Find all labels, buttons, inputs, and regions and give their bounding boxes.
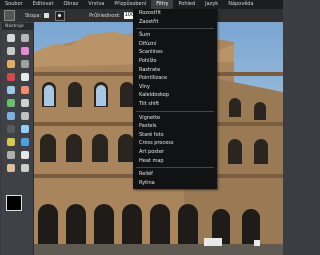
tool-button-16[interactable] (5, 136, 17, 148)
filter-menu-item[interactable]: Vlny (133, 83, 217, 92)
stopa-label: Stopa: (25, 12, 42, 19)
text-icon (21, 151, 29, 159)
tool-button-1[interactable] (19, 32, 31, 44)
slice-icon (21, 60, 29, 68)
menu-soubor[interactable]: Soubor (0, 0, 28, 9)
filter-menu-item[interactable]: Tilt shift (133, 100, 217, 109)
wand-icon (21, 47, 29, 55)
menu-separator (136, 110, 214, 112)
lasso-icon (7, 47, 15, 55)
opacity-label: Průhlednost: (89, 12, 121, 19)
sharpen-icon (21, 112, 29, 120)
menu-separator (136, 167, 214, 169)
blur-icon (7, 112, 15, 120)
filter-menu-item[interactable]: Art poster (133, 148, 217, 157)
pencil-icon (7, 73, 15, 81)
bucket-icon (7, 99, 15, 107)
menu-editovat[interactable]: Editovat (28, 0, 59, 9)
filter-menu-item[interactable]: Pohlížo (133, 57, 217, 66)
filter-menu-item[interactable]: Cross process (133, 139, 217, 148)
foreground-color-swatch[interactable] (6, 195, 22, 211)
filter-menu-item[interactable]: Difúzní (133, 40, 217, 49)
clone-icon (7, 86, 15, 94)
sponge-icon (7, 138, 15, 146)
tool-button-11[interactable] (19, 97, 31, 109)
tool-button-5[interactable] (19, 58, 31, 70)
burn-icon (21, 125, 29, 133)
tool-button-15[interactable] (19, 123, 31, 135)
current-tool-icon (4, 10, 15, 21)
tool-button-3[interactable] (19, 45, 31, 57)
move-icon (21, 34, 29, 42)
tools-panel: Nástroje (2, 23, 34, 255)
filter-menu-item[interactable]: Rastrate (133, 66, 217, 75)
filter-menu-item[interactable]: Rozostřit (133, 9, 217, 18)
brush-icon (21, 73, 29, 81)
menu-vrstva[interactable]: Vrstva (83, 0, 109, 9)
tool-button-6[interactable] (5, 71, 17, 83)
stopa-checkbox[interactable] (44, 13, 50, 18)
crop-icon (7, 60, 15, 68)
gradient-icon (21, 99, 29, 107)
tool-button-2[interactable] (5, 45, 17, 57)
menu-obraz[interactable]: Obraz (58, 0, 83, 9)
filter-menu-item[interactable]: Zaostřit (133, 18, 217, 27)
tool-button-20[interactable] (5, 162, 17, 174)
tool-button-12[interactable] (5, 110, 17, 122)
filter-menu-item[interactable]: Heat map (133, 157, 217, 166)
tool-button-0[interactable] (5, 32, 17, 44)
marquee-icon (7, 34, 15, 42)
tool-button-8[interactable] (5, 84, 17, 96)
tool-button-17[interactable] (19, 136, 31, 148)
filter-menu-item[interactable]: Scanlines (133, 48, 217, 57)
filter-menu-item[interactable]: Šum (133, 31, 217, 40)
tool-button-13[interactable] (19, 110, 31, 122)
tool-button-18[interactable] (5, 149, 17, 161)
tool-button-7[interactable] (19, 71, 31, 83)
eraser-icon (21, 86, 29, 94)
tool-button-14[interactable] (5, 123, 17, 135)
filter-menu-item[interactable]: Staré foto (133, 131, 217, 140)
tool-button-19[interactable] (19, 149, 31, 161)
tool-button-10[interactable] (5, 97, 17, 109)
zoom-icon (21, 164, 29, 172)
filter-menu-item[interactable]: Kaleidoskop (133, 91, 217, 100)
filter-menu-item[interactable]: Pastels (133, 122, 217, 131)
tool-button-21[interactable] (19, 162, 31, 174)
filter-menu-item[interactable]: Vignette (133, 114, 217, 123)
menu-pohled[interactable]: Pohled (173, 0, 200, 9)
tools-grid (2, 30, 33, 174)
tool-button-9[interactable] (19, 84, 31, 96)
menu-napoveda[interactable]: Nápověda (223, 0, 258, 9)
menu-bar: Soubor Editovat Obraz Vrstva Přizpůsoben… (0, 0, 283, 9)
dodge-icon (7, 125, 15, 133)
brush-picker-icon[interactable] (55, 10, 66, 21)
eyedropper-icon (7, 151, 15, 159)
menu-filtry[interactable]: Filtry (151, 0, 174, 9)
filter-menu-item[interactable]: Rytina (133, 179, 217, 188)
filter-menu-item[interactable]: Pointilizace (133, 74, 217, 83)
color-swatches[interactable] (6, 195, 30, 219)
colorize-icon (21, 138, 29, 146)
filter-dropdown-menu: Rozostřit Zaostřit Šum Difúzní Scanlines Pohl… (133, 9, 217, 190)
menu-jazyk[interactable]: Jazyk (200, 0, 223, 9)
hand-icon (7, 164, 15, 172)
filter-menu-item[interactable]: Reliéf (133, 170, 217, 179)
tools-title: Nástroje (2, 23, 33, 30)
menu-prizpusobeni[interactable]: Přizpůsobení (109, 0, 151, 9)
menu-separator (136, 28, 214, 30)
tool-button-4[interactable] (5, 58, 17, 70)
